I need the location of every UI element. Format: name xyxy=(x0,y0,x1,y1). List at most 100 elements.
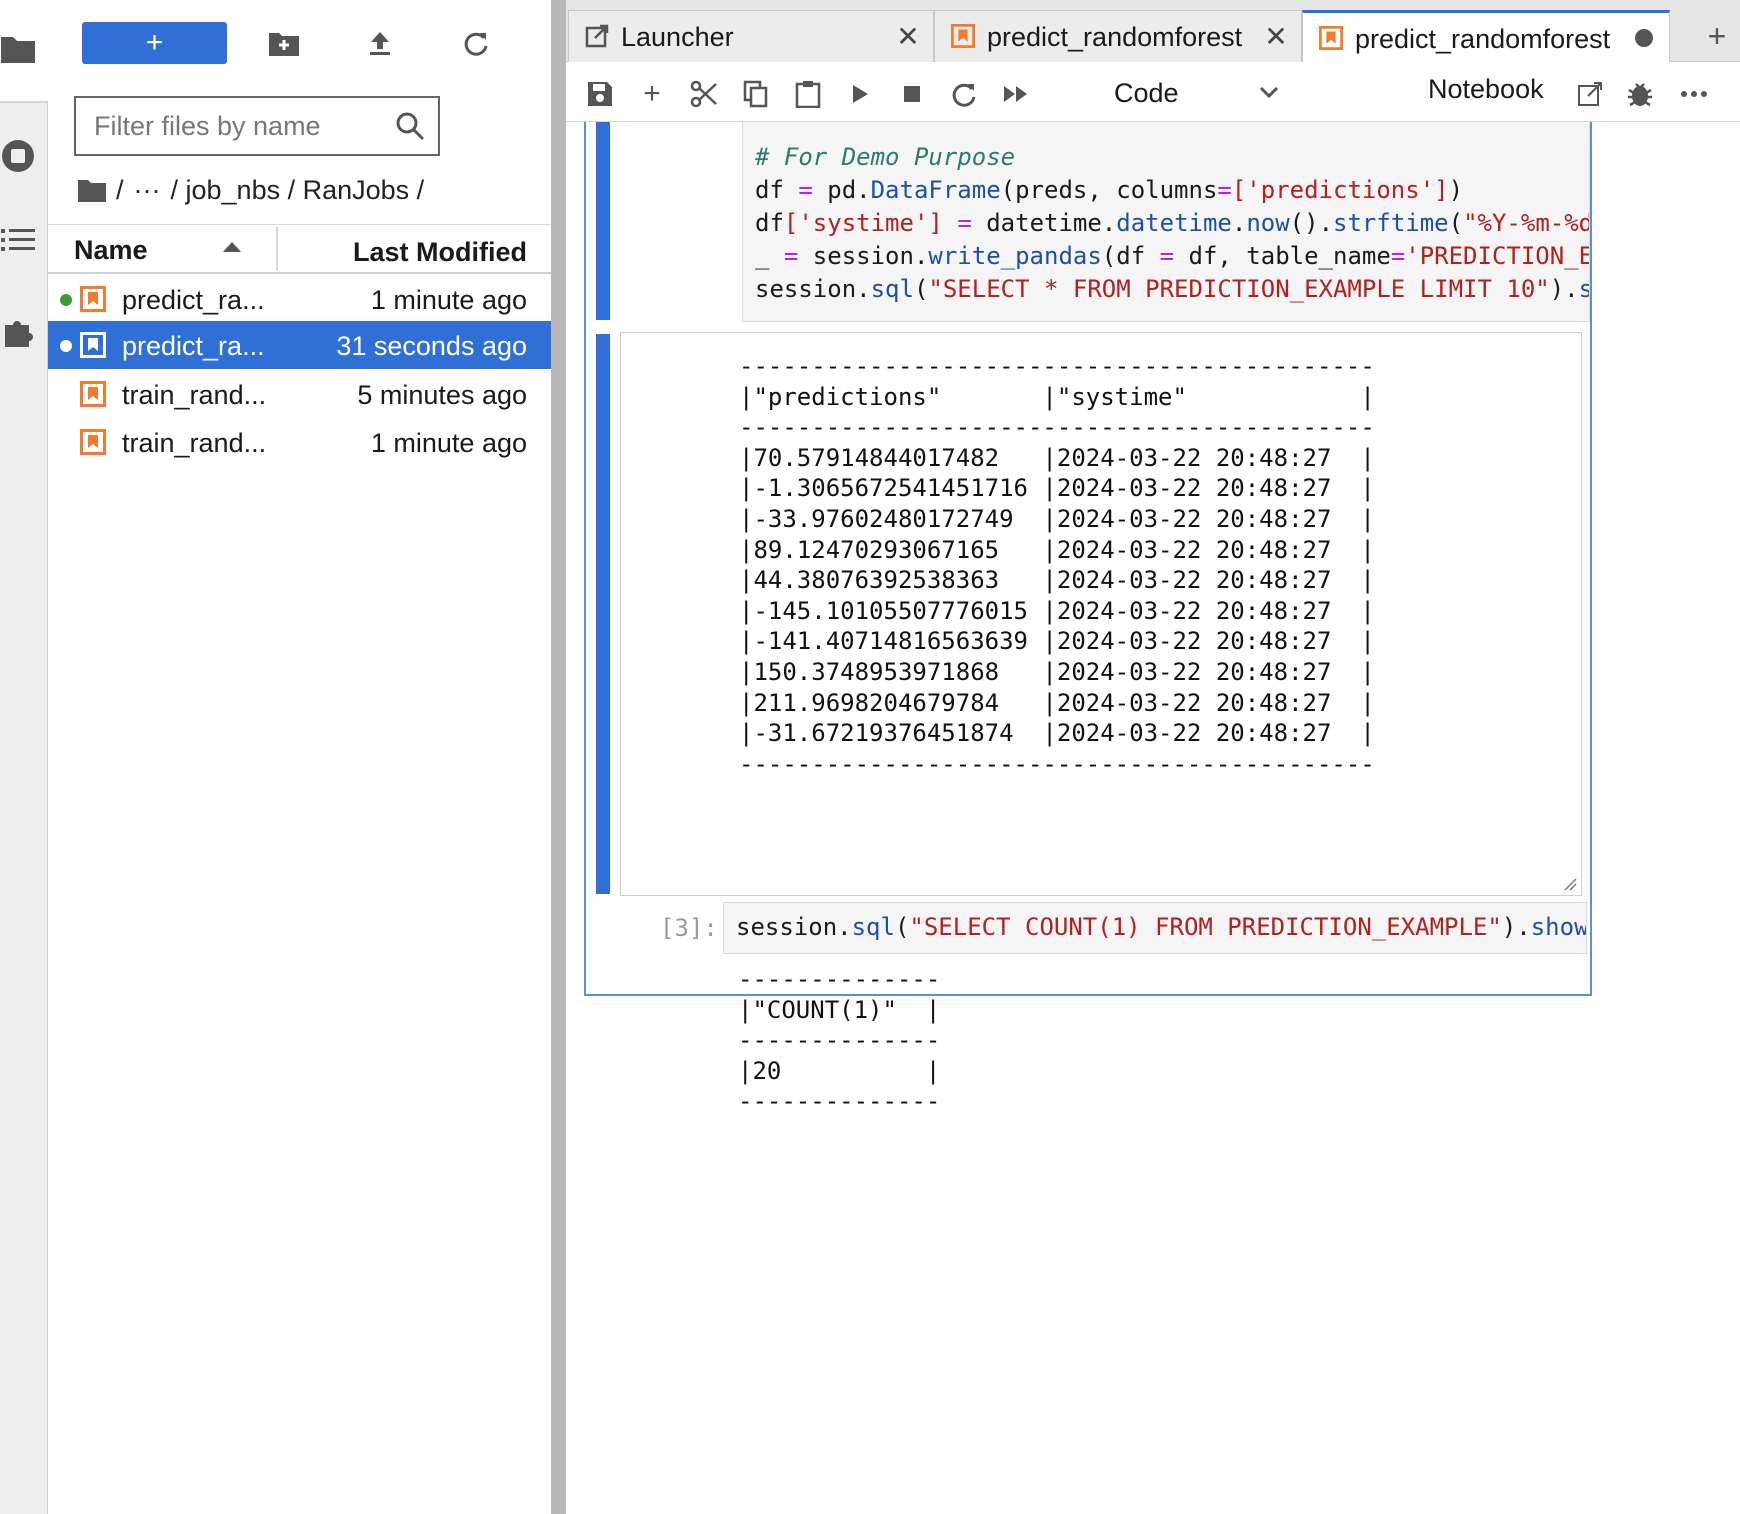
insert-cell-icon[interactable]: + xyxy=(632,74,672,114)
tab-launcher[interactable]: Launcher ✕ xyxy=(568,10,934,62)
execution-prompt: [3]: xyxy=(660,914,718,942)
notebook-icon xyxy=(80,381,106,407)
filter-files-input[interactable] xyxy=(76,98,376,154)
running-indicator xyxy=(60,340,72,352)
notebook-icon xyxy=(80,429,106,455)
file-row[interactable]: train_rand... 5 minutes ago xyxy=(48,370,551,418)
refresh-icon[interactable] xyxy=(456,22,496,64)
debugger-bug-icon[interactable] xyxy=(1620,74,1660,114)
code-line: session.sql("SELECT COUNT(1) FROM PREDIC… xyxy=(736,913,1586,941)
code-line: df['systime'] = datetime.datetime.now().… xyxy=(755,209,1590,237)
activity-bar xyxy=(0,0,48,1514)
active-cell[interactable]: # For Demo Purpose df = pd.DataFrame(pre… xyxy=(584,122,1592,996)
code-line: session.sql("SELECT * FROM PREDICTION_EX… xyxy=(755,275,1589,303)
close-icon[interactable]: ✕ xyxy=(1263,21,1289,52)
tab-label: predict_randomforest xyxy=(1355,24,1611,54)
output-line: ----------------------------------------… xyxy=(739,413,1375,442)
input-collapser[interactable] xyxy=(596,122,610,320)
running-sessions-icon[interactable] xyxy=(0,136,36,176)
file-browser-panel: + / ··· / job_nbs / RanJobs / Name Last … xyxy=(48,0,551,1514)
restart-icon[interactable] xyxy=(944,74,984,114)
file-listing-header: Name Last Modified xyxy=(48,224,551,274)
breadcrumb-root[interactable]: / xyxy=(116,175,124,206)
file-modified: 1 minute ago xyxy=(370,285,527,315)
file-browser-toolbar: + xyxy=(48,0,551,90)
tab-notebook-active[interactable]: predict_randomforest xyxy=(1302,10,1670,63)
output-line: -------------- xyxy=(738,1087,941,1116)
file-name: predict_ra... xyxy=(122,285,265,315)
notebook-icon xyxy=(80,286,106,312)
paste-icon[interactable] xyxy=(788,74,828,114)
output-line: |-33.97602480172749 |2024-03-22 20:48:27… xyxy=(739,505,1375,533)
add-tab-button[interactable]: + xyxy=(1694,10,1740,62)
table-of-contents-icon[interactable] xyxy=(0,220,36,260)
chevron-down-icon[interactable] xyxy=(1254,74,1284,110)
file-name: predict_ra... xyxy=(122,331,265,361)
column-header-last-modified[interactable]: Last Modified xyxy=(353,237,527,268)
output-line: ----------------------------------------… xyxy=(739,352,1375,380)
breadcrumb-ellipsis[interactable]: ··· xyxy=(134,175,161,206)
output-line: -------------- xyxy=(738,1026,941,1055)
cell-output: ----------------------------------------… xyxy=(620,332,1582,896)
kernel-name[interactable]: Notebook xyxy=(1428,74,1544,105)
running-indicator xyxy=(60,294,72,306)
output-line: |-1.3065672541451716 |2024-03-22 20:48:2… xyxy=(739,474,1375,503)
notebook-icon xyxy=(951,24,975,48)
search-icon xyxy=(396,112,425,141)
output-line: |-31.67219376451874 |2024-03-22 20:48:27… xyxy=(739,719,1375,748)
output-line: |150.3748953971868 |2024-03-22 20:48:27 … xyxy=(739,658,1375,686)
output-line: |89.12470293067165 |2024-03-22 20:48:27 … xyxy=(739,535,1375,564)
output-line: |"COUNT(1)" | xyxy=(738,995,941,1024)
column-header-name[interactable]: Name xyxy=(74,235,148,266)
output-line: |"predictions" |"systime" | xyxy=(739,382,1375,411)
folder-icon[interactable] xyxy=(0,28,36,68)
file-modified: 31 seconds ago xyxy=(336,331,527,361)
new-folder-icon[interactable] xyxy=(264,22,304,64)
more-options-icon[interactable] xyxy=(1674,74,1714,114)
filter-box xyxy=(74,96,440,156)
column-divider[interactable] xyxy=(276,227,278,271)
notebook-icon xyxy=(1319,26,1343,50)
breadcrumb-folder-icon[interactable] xyxy=(78,178,106,202)
file-row[interactable]: train_rand... 1 minute ago xyxy=(48,418,551,466)
breadcrumb-path[interactable]: / job_nbs / RanJobs / xyxy=(171,175,425,206)
extensions-icon[interactable] xyxy=(0,312,36,352)
output-line: |20 | xyxy=(738,1056,941,1085)
cut-icon[interactable] xyxy=(684,74,724,114)
unsaved-dot-icon[interactable] xyxy=(1631,25,1657,51)
open-external-icon[interactable] xyxy=(1570,74,1610,114)
fast-forward-icon[interactable] xyxy=(996,74,1036,114)
panel-splitter[interactable] xyxy=(551,0,566,1514)
code-line: # For Demo Purpose xyxy=(755,143,1016,171)
file-name: train_rand... xyxy=(122,428,267,458)
tab-label: Launcher xyxy=(621,22,734,52)
tab-bar: Launcher ✕ predict_randomforest ✕ predic… xyxy=(566,0,1740,63)
output-line: |-145.10105507776015 |2024-03-22 20:48:2… xyxy=(739,596,1375,625)
file-row[interactable]: predict_ra... 1 minute ago xyxy=(48,275,551,323)
breadcrumb: / ··· / job_nbs / RanJobs / xyxy=(78,170,434,210)
output-line: |70.57914844017482 |2024-03-22 20:48:27 … xyxy=(739,443,1375,472)
run-icon[interactable] xyxy=(840,74,880,114)
resize-handle-icon[interactable] xyxy=(1563,877,1577,891)
main-area: Launcher ✕ predict_randomforest ✕ predic… xyxy=(566,0,1740,1514)
code-input[interactable]: session.sql("SELECT COUNT(1) FROM PREDIC… xyxy=(723,902,1587,954)
file-row-selected[interactable]: predict_ra... 31 seconds ago xyxy=(48,321,551,369)
file-name: train_rand... xyxy=(122,380,267,410)
output-line: ----------------------------------------… xyxy=(739,749,1375,778)
tab-notebook[interactable]: predict_randomforest ✕ xyxy=(934,10,1302,62)
output-line: |-141.40714816563639 |2024-03-22 20:48:2… xyxy=(739,627,1375,656)
output-line: |211.9698204679784 |2024-03-22 20:48:27 … xyxy=(739,688,1375,717)
output-collapser[interactable] xyxy=(596,334,610,894)
stop-icon[interactable] xyxy=(892,74,932,114)
sort-ascending-icon xyxy=(223,242,241,252)
code-input[interactable]: # For Demo Purpose df = pd.DataFrame(pre… xyxy=(742,122,1590,322)
new-launcher-button[interactable]: + xyxy=(82,22,227,64)
upload-icon[interactable] xyxy=(360,22,400,64)
code-line: df = pd.DataFrame(preds, columns=['predi… xyxy=(755,176,1464,204)
save-icon[interactable] xyxy=(580,74,620,114)
tab-label: predict_randomforest xyxy=(987,22,1243,52)
close-icon[interactable]: ✕ xyxy=(895,21,921,52)
file-modified: 5 minutes ago xyxy=(357,380,527,410)
copy-icon[interactable] xyxy=(736,74,776,114)
output-line: -------------- xyxy=(738,965,941,993)
